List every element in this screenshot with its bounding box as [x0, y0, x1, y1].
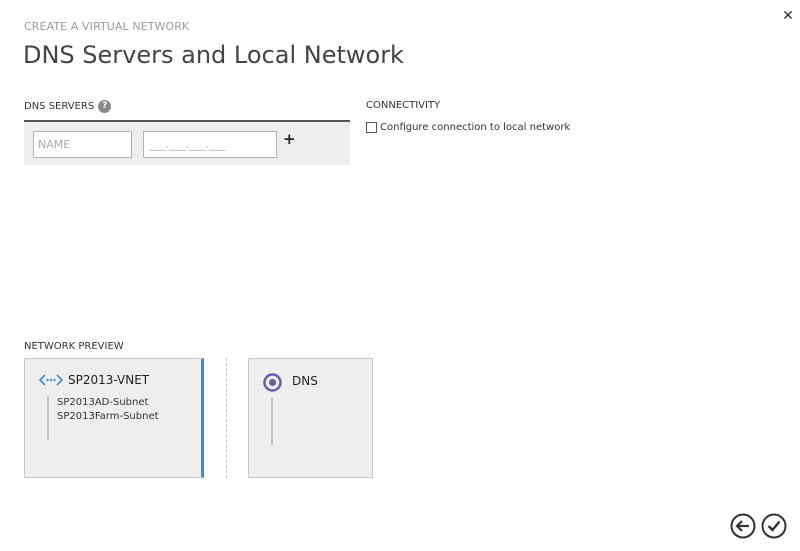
network-preview-label: NETWORK PREVIEW [24, 341, 124, 352]
local-network-checkbox-row[interactable]: Configure connection to local network [366, 122, 570, 133]
dns-ip-input[interactable] [143, 131, 277, 158]
add-dns-server-icon[interactable]: + [283, 131, 296, 147]
help-icon[interactable]: ? [98, 100, 112, 113]
dns-target-icon [263, 373, 282, 392]
dns-servers-label: DNS SERVERS [24, 101, 95, 112]
back-arrow-icon[interactable] [730, 513, 756, 539]
page-title: DNS Servers and Local Network [23, 41, 404, 69]
local-network-checkbox[interactable] [366, 122, 377, 133]
wizard-subtitle: CREATE A VIRTUAL NETWORK [24, 20, 190, 33]
dns-connector-line [271, 398, 273, 445]
subnet-item: SP2013AD-Subnet [57, 397, 149, 408]
checkmark-icon[interactable] [761, 513, 787, 539]
dns-name-input[interactable] [33, 131, 132, 158]
dns-servers-header: DNS SERVERS ? [24, 100, 112, 113]
vnet-connector-line [47, 396, 49, 440]
close-icon[interactable]: ✕ [779, 7, 797, 25]
vnet-name: SP2013-VNET [68, 373, 150, 387]
connectivity-label: CONNECTIVITY [366, 100, 441, 111]
virtual-network-icon [39, 374, 63, 386]
dns-preview-label: DNS [292, 374, 318, 388]
subnet-item: SP2013Farm-Subnet [57, 411, 159, 422]
preview-divider [226, 358, 227, 478]
local-network-checkbox-label[interactable]: Configure connection to local network [380, 122, 570, 133]
